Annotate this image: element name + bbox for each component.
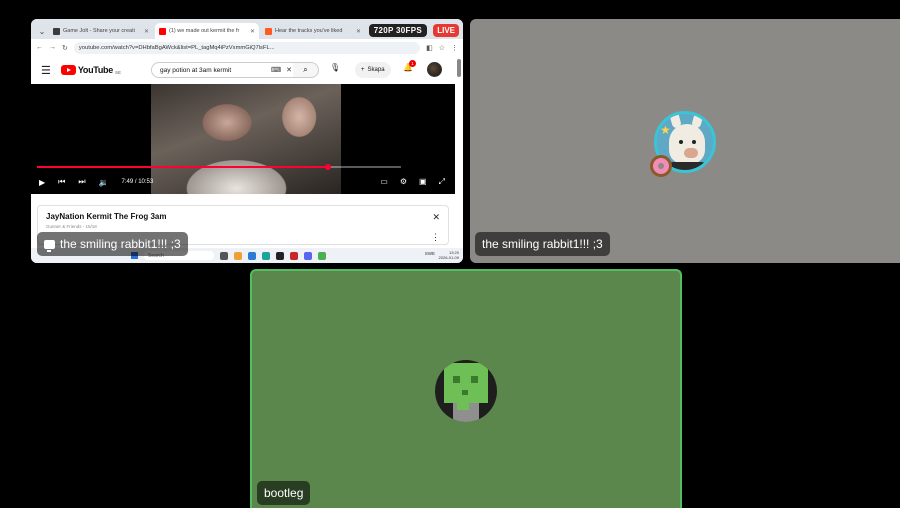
tab-title: Hear the tracks you've liked [275, 28, 343, 34]
notification-count-badge: 1 [409, 60, 416, 67]
bookmark-star-icon: ☆ [438, 44, 445, 52]
account-avatar [427, 62, 442, 77]
participant-label: bootleg [257, 481, 311, 505]
taskbar-app-icon [220, 251, 228, 260]
extension-icon: ◧ [426, 44, 433, 52]
miniplayer-icon: ▣ [419, 177, 427, 186]
youtube-search-input: gay potion at 3am kermit ⌨ ✕ [151, 62, 301, 78]
video-subtitle: Gunner & Friends - 15/18 [46, 224, 97, 229]
player-controls: ▶ ⏮ ⏭ 🔉 7:49 / 10:53 ▭ ⚙ ▣ ⤢ [31, 174, 455, 190]
avatar [435, 360, 497, 422]
youtube-wordmark: YouTube [77, 65, 113, 75]
taskbar-clock: 13:20 2026-01-09 [439, 250, 459, 260]
region-code: SE [114, 70, 121, 75]
language-indicator: SWE [424, 251, 435, 256]
menu-icon: ⋮ [451, 44, 458, 52]
forward-icon: → [49, 44, 56, 51]
mic-icon: 🎙 [330, 63, 341, 72]
youtube-logo: YouTube SE [60, 65, 121, 75]
skip-prev-icon: ⏮ [58, 177, 66, 186]
clear-search-icon: ✕ [286, 67, 292, 74]
youtube-play-icon [60, 65, 76, 75]
taskbar-app-icon [234, 251, 242, 260]
participant-label: the smiling rabbit1!!! ;3 [37, 232, 188, 256]
taskbar-app-icon [304, 251, 312, 260]
more-options-icon: ⋮ [431, 232, 440, 242]
browser-tab: Hear the tracks you've liked ✕ [261, 23, 365, 39]
clock-date: 2026-01-09 [438, 255, 459, 260]
tab-close-icon: ✕ [355, 28, 361, 35]
tab-title: (1) we made out kermit the fr [169, 28, 240, 34]
tab-favicon-icon [265, 27, 272, 35]
search-icon: ⌕ [293, 62, 319, 78]
tab-favicon-icon [53, 27, 60, 35]
subtitles-icon: ▭ [380, 177, 388, 186]
back-icon: ← [36, 44, 43, 51]
browser-tab-active: (1) we made out kermit the fr ✕ [155, 23, 259, 39]
search-query: gay potion at 3am kermit [160, 66, 232, 74]
player-time: 7:49 / 10:53 [121, 179, 154, 185]
participant-tile-rabbit[interactable]: ★ the smiling rabbit1!!! ;3 [470, 19, 900, 263]
tab-close-icon: ✕ [249, 28, 255, 35]
stream-quality-badge: 720P 30FPS [368, 24, 427, 37]
participant-name: the smiling rabbit1!!! ;3 [482, 237, 603, 251]
taskbar-app-icon [318, 251, 326, 260]
close-icon: ✕ [432, 212, 440, 222]
participant-tile-bootleg[interactable]: bootleg [250, 269, 682, 508]
reload-icon: ↻ [62, 44, 68, 52]
play-icon: ▶ [39, 177, 46, 187]
tab-title: Game Jolt - Share your creati [63, 28, 135, 34]
plus-icon: + [361, 67, 365, 73]
volume-icon: 🔉 [98, 177, 109, 187]
tab-close-icon: ✕ [143, 28, 149, 35]
call-stage: ⌄ Game Jolt - Share your creati ✕ (1) we… [0, 0, 900, 508]
taskbar-app-icon [276, 251, 284, 260]
system-tray: SWE [425, 251, 435, 256]
fullscreen-icon: ⤢ [438, 177, 445, 186]
participant-name: bootleg [264, 486, 304, 500]
hamburger-menu-icon: ☰ [41, 64, 51, 77]
screen-share-icon [44, 239, 55, 252]
progress-fill [37, 166, 329, 168]
live-badge: LIVE [433, 24, 459, 37]
tab-favicon-icon [159, 27, 166, 35]
taskbar-app-icon [290, 251, 298, 260]
screen-share-tile[interactable]: ⌄ Game Jolt - Share your creati ✕ (1) we… [31, 19, 463, 263]
taskbar-app-icon [248, 251, 256, 260]
progress-bar [37, 164, 401, 170]
tab-list-icon: ⌄ [38, 26, 46, 36]
star-decoration-icon: ★ [660, 123, 671, 137]
keyboard-icon: ⌨ [271, 67, 282, 74]
taskbar-app-icon [262, 251, 270, 260]
create-label: Skapa [367, 67, 385, 73]
browser-toolbar: ← → ↻ youtube.com/watch?v=DHbfaBgAWck&li… [31, 39, 463, 56]
settings-icon: ⚙ [399, 177, 408, 186]
participant-label: the smiling rabbit1!!! ;3 [475, 232, 610, 256]
video-player: ▶ ⏮ ⏭ 🔉 7:49 / 10:53 ▭ ⚙ ▣ ⤢ [31, 84, 455, 194]
create-button: + Skapa [355, 62, 391, 78]
participant-name: the smiling rabbit1!!! ;3 [60, 237, 181, 251]
youtube-header: ☰ YouTube SE gay potion at 3am kermit ⌨ … [31, 56, 463, 84]
address-bar: youtube.com/watch?v=DHbfaBgAWck&list=PL_… [73, 41, 421, 54]
video-title: JayNation Kermit The Frog 3am [46, 212, 167, 221]
browser-tab: Game Jolt - Share your creati ✕ [49, 23, 153, 39]
scrollbar-thumb [457, 59, 461, 77]
skip-next-icon: ⏭ [78, 177, 86, 186]
donut-decoration-icon [650, 155, 672, 177]
